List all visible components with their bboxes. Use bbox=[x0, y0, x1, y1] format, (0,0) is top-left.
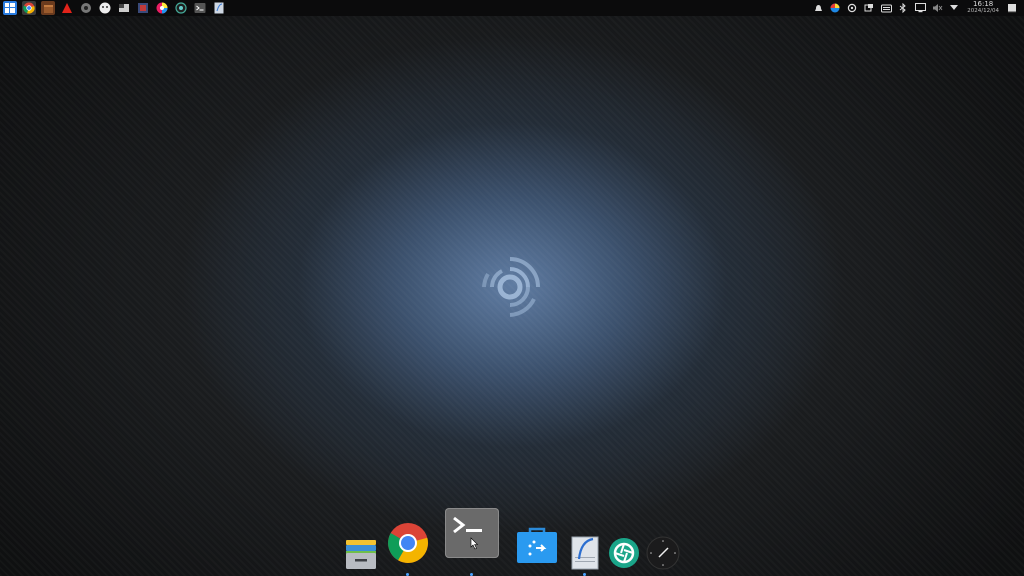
chevron-down-icon[interactable] bbox=[948, 2, 960, 14]
text-editor-icon[interactable] bbox=[212, 1, 226, 15]
clock-date: 2024/12/04 bbox=[967, 8, 999, 14]
uget-icon[interactable] bbox=[174, 1, 188, 15]
start-menu-icon[interactable] bbox=[3, 1, 17, 15]
terminal-icon[interactable] bbox=[193, 1, 207, 15]
power-icon[interactable] bbox=[846, 2, 858, 14]
flag-app-icon[interactable] bbox=[117, 1, 131, 15]
volume-muted-icon[interactable] bbox=[931, 2, 943, 14]
settings-icon[interactable] bbox=[79, 1, 93, 15]
color-picker-icon[interactable] bbox=[155, 1, 169, 15]
color-app-icon[interactable] bbox=[829, 2, 841, 14]
system-tray: 16:18 2024/12/04 bbox=[812, 0, 1024, 16]
panel-launchers bbox=[0, 0, 226, 16]
keyboard-icon[interactable] bbox=[880, 2, 892, 14]
dock-chrome-icon[interactable] bbox=[387, 522, 429, 564]
chrome-icon[interactable] bbox=[22, 1, 36, 15]
top-panel: 16:18 2024/12/04 bbox=[0, 0, 1024, 16]
vivaldi-icon[interactable] bbox=[60, 1, 74, 15]
disk-usage-icon[interactable] bbox=[136, 1, 150, 15]
archive-manager-icon[interactable] bbox=[41, 1, 55, 15]
dock-file-manager-icon[interactable] bbox=[344, 536, 378, 570]
display-icon[interactable] bbox=[863, 2, 875, 14]
dock-terminal-button[interactable] bbox=[445, 508, 499, 558]
dock bbox=[340, 505, 685, 576]
dock-screenshot-icon[interactable] bbox=[608, 537, 640, 569]
dock-terminal-icon bbox=[453, 516, 482, 550]
screen-icon[interactable] bbox=[914, 2, 926, 14]
dog-app-icon[interactable] bbox=[98, 1, 112, 15]
dock-software-store-icon[interactable] bbox=[515, 525, 559, 565]
bluetooth-icon[interactable] bbox=[897, 2, 909, 14]
distro-logo-icon bbox=[482, 257, 540, 317]
panel-clock[interactable]: 16:18 2024/12/04 bbox=[967, 1, 999, 15]
dock-text-editor-icon[interactable] bbox=[571, 535, 599, 571]
notifications-icon[interactable] bbox=[1006, 2, 1018, 14]
mouse-cursor-icon bbox=[470, 537, 479, 550]
dock-clock-icon[interactable] bbox=[646, 536, 680, 570]
clock-time: 16:18 bbox=[973, 0, 994, 8]
bell-icon[interactable] bbox=[812, 2, 824, 14]
